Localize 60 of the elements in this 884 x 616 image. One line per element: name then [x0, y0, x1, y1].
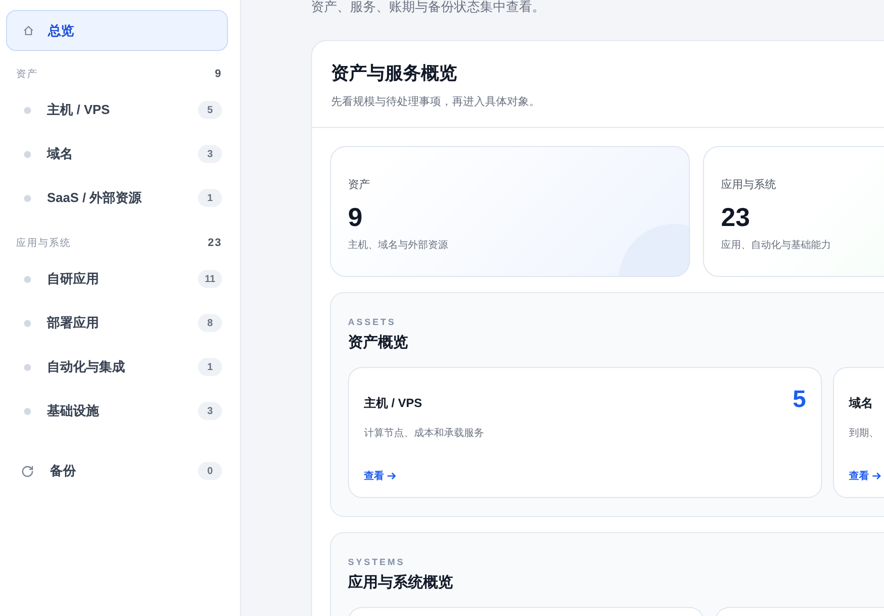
count-badge: 11	[198, 270, 222, 288]
nav-label: 备份	[50, 462, 77, 480]
stat-caption: 应用、自动化与基础能力	[721, 238, 832, 252]
nav-item[interactable]: 备份 0	[6, 449, 228, 493]
nav-label: 主机 / VPS	[47, 101, 111, 119]
stat-caption: 主机、域名与外部资源	[348, 238, 449, 252]
card-title: 主机 / VPS	[364, 395, 422, 412]
nav-item[interactable]: 基础设施 3	[6, 389, 228, 433]
nav-item[interactable]: 部署应用 8	[6, 301, 228, 345]
stat-value: 23	[721, 202, 751, 232]
panel-title: 资产与服务概览	[331, 62, 458, 85]
nav-item[interactable]: 自动化与集成 1	[6, 345, 228, 389]
view-link[interactable]: 查看	[849, 469, 881, 483]
refresh-icon	[21, 464, 34, 478]
count-badge: 5	[198, 101, 222, 119]
group-count: 9	[214, 68, 222, 80]
group-label: 应用与系统	[16, 236, 71, 250]
nav-label: 域名	[47, 145, 74, 163]
nav-label: 自动化与集成	[47, 358, 126, 376]
bullet-icon	[24, 408, 31, 414]
arrow-right-icon	[387, 472, 396, 480]
card-description: 计算节点、成本和承载服务	[364, 426, 485, 441]
stat-label: 资产	[348, 178, 371, 192]
section-title: 应用与系统概览	[348, 573, 454, 592]
bullet-icon	[24, 194, 31, 202]
stat-value: 9	[348, 202, 364, 232]
card-description: 到期、	[849, 426, 880, 441]
nav-item[interactable]: SaaS / 外部资源 1	[6, 176, 228, 220]
count-badge: 1	[198, 189, 222, 207]
panel-subtitle: 先看规模与待处理事项，再进入具体对象。	[331, 95, 541, 109]
bullet-icon	[24, 364, 31, 370]
count-badge: 8	[198, 314, 222, 332]
nav-label: 基础设施	[47, 402, 100, 420]
count-badge: 0	[198, 462, 222, 480]
count-badge: 3	[198, 145, 222, 163]
card-title: 域名	[849, 395, 873, 412]
nav-item[interactable]: 域名 3	[6, 132, 228, 176]
nav-label: 自研应用	[47, 270, 100, 288]
stat-label: 应用与系统	[721, 178, 777, 192]
group-label: 资产	[16, 68, 38, 81]
overview-nav-item[interactable]: 总览	[6, 10, 228, 51]
page-subtitle: 资产、服务、账期与备份状态集中查看。	[311, 0, 546, 15]
bullet-icon	[24, 106, 31, 114]
view-link[interactable]: 查看	[364, 469, 396, 483]
section-eyebrow: SYSTEMS	[348, 557, 406, 567]
count-badge: 3	[198, 402, 222, 420]
group-count: 23	[208, 237, 222, 249]
count-badge: 1	[198, 358, 222, 376]
arrow-right-icon	[872, 472, 881, 480]
bullet-icon	[24, 320, 31, 326]
card-count: 5	[792, 388, 806, 412]
bullet-icon	[24, 150, 31, 158]
nav-item[interactable]: 主机 / VPS 5	[6, 88, 228, 132]
nav-item[interactable]: 自研应用 11	[6, 257, 228, 301]
section-title: 资产概览	[348, 333, 409, 352]
nav-label: 部署应用	[47, 314, 100, 332]
section-eyebrow: ASSETS	[348, 317, 398, 327]
bullet-icon	[24, 276, 31, 282]
home-icon	[23, 25, 34, 36]
nav-label: SaaS / 外部资源	[47, 189, 143, 207]
